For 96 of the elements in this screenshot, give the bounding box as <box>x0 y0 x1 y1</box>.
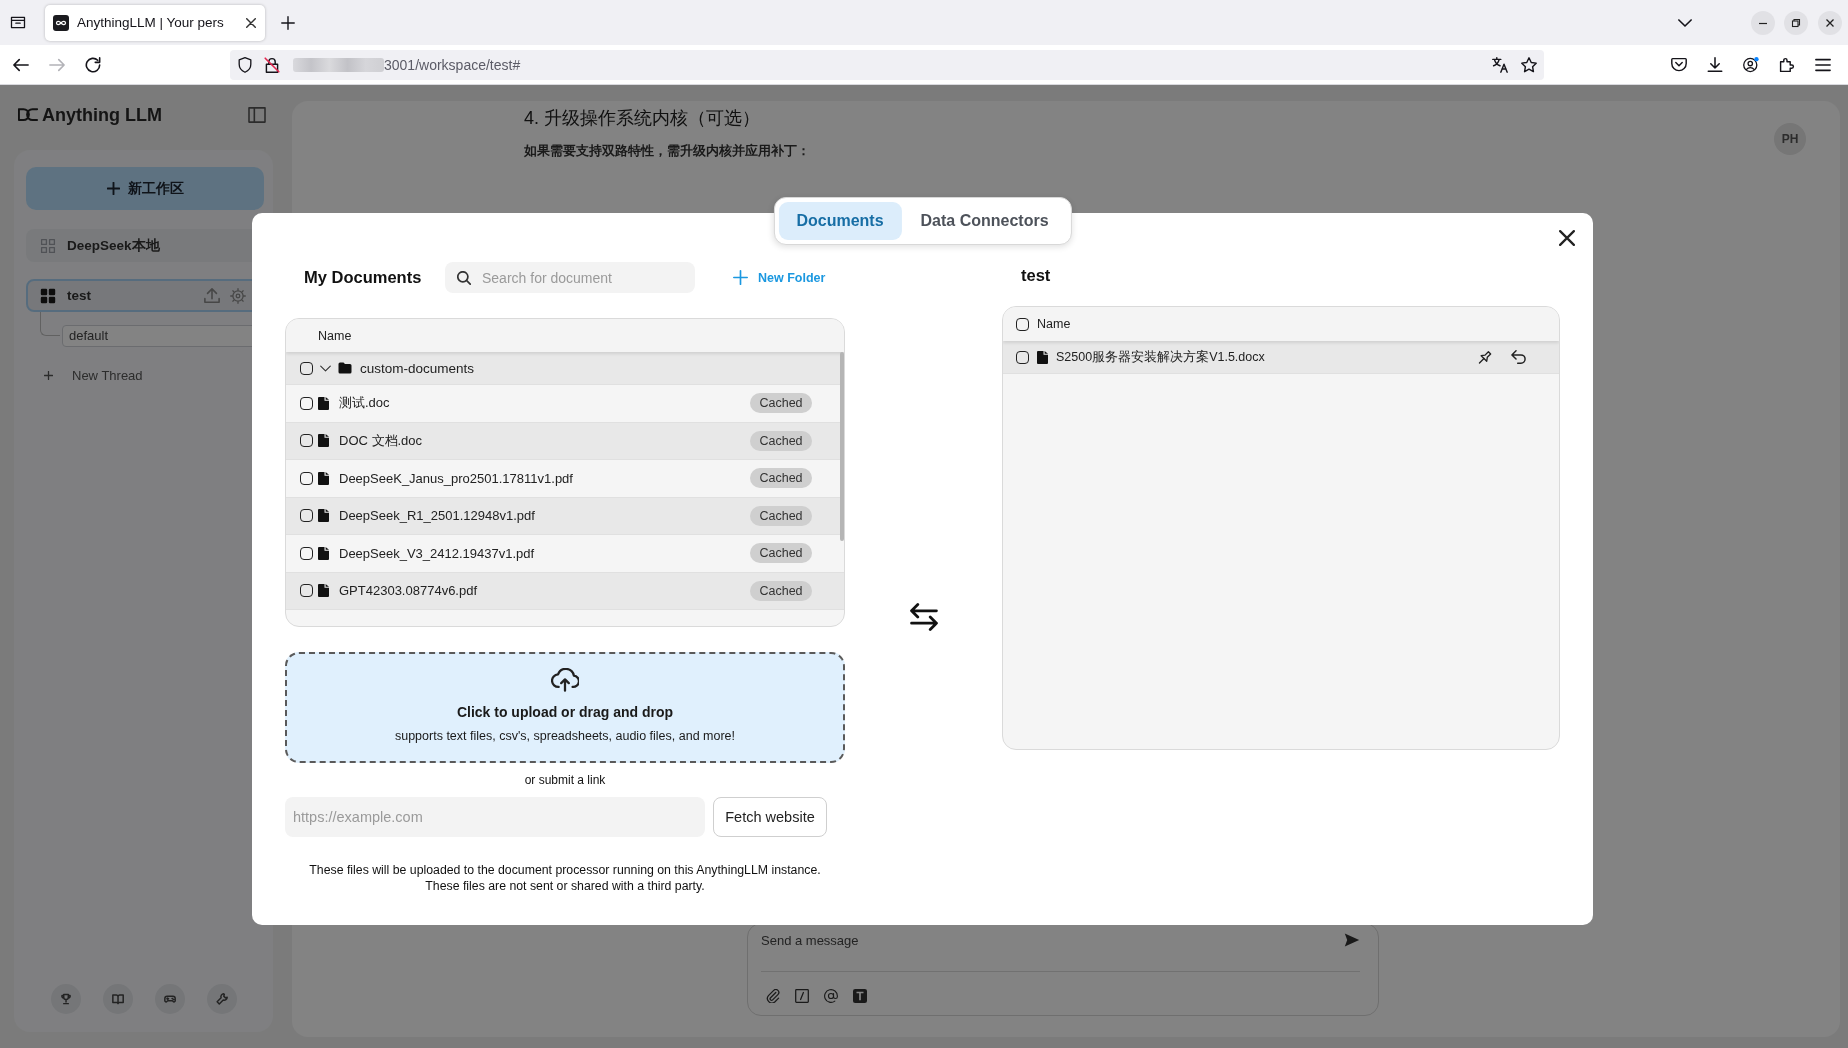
file-name: S2500服务器安装解决方案V1.5.docx <box>1056 348 1265 366</box>
insecure-lock-icon[interactable] <box>264 56 280 73</box>
section-title: My Documents <box>303 268 423 287</box>
file-name: 测试.doc <box>339 394 390 413</box>
checkbox[interactable] <box>300 396 313 410</box>
thread-connector <box>40 312 60 336</box>
tab[interactable]: Documents <box>778 202 902 240</box>
undo-icon[interactable] <box>1511 350 1526 364</box>
file-name: DeepSeek_R1_2501.12948v1.pdf <box>339 508 535 524</box>
text-format-icon[interactable] <box>853 989 867 1003</box>
restore-icon[interactable] <box>1784 10 1808 35</box>
tab-list-icon[interactable] <box>10 16 26 29</box>
upload-dropzone[interactable]: Click to upload or drag and drop supports text files, csv's, spreadsheets, audio files, and more! <box>285 652 845 763</box>
cloud-upload-icon <box>551 668 579 692</box>
chevron-down-icon[interactable] <box>1678 18 1692 27</box>
file-icon <box>318 584 329 598</box>
close-icon[interactable] <box>1559 230 1575 246</box>
grid-icon <box>40 287 56 304</box>
star-icon[interactable] <box>1521 56 1537 73</box>
folder-name: custom-documents <box>360 360 475 376</box>
checkbox[interactable] <box>300 546 313 560</box>
status-badge: Cached <box>750 430 812 451</box>
at-sign-icon[interactable] <box>824 989 838 1003</box>
pocket-icon[interactable] <box>1671 56 1687 73</box>
file-row[interactable]: GPT42303.08774v6.pdf Cached <box>286 572 844 610</box>
browser-tab[interactable]: AnythingLLM | Your pers <box>45 4 265 41</box>
section-title: test <box>1020 265 1052 286</box>
privacy-notice: These files will be uploaded to the document processor running on this AnythingLLM instance. These files are not sent or shared with a third party. <box>308 862 822 894</box>
checkbox[interactable] <box>1016 317 1029 331</box>
back-icon[interactable] <box>13 56 29 73</box>
chat-heading: 4. 升级操作系统内核（可选） <box>524 107 761 130</box>
app-logo-icon <box>53 14 69 31</box>
account-icon[interactable] <box>1743 56 1759 73</box>
logo-text: Anything LLM <box>42 104 162 126</box>
translate-icon[interactable] <box>1492 56 1508 73</box>
fetch-website-button[interactable]: Fetch website <box>713 797 827 837</box>
book-icon[interactable] <box>103 984 133 1014</box>
grid-icon <box>40 237 56 254</box>
download-icon[interactable] <box>1707 56 1723 73</box>
chat-text: 如果需要支持双路特性，需升级内核并应用补丁： <box>524 142 811 160</box>
paperclip-icon[interactable] <box>766 989 780 1003</box>
file-icon <box>1037 350 1048 364</box>
status-badge: Cached <box>750 468 812 489</box>
puzzle-icon[interactable] <box>1779 56 1795 73</box>
file-name: DeepSeeK_Janus_pro2501.17811v1.pdf <box>339 470 573 486</box>
plus-icon <box>733 270 748 285</box>
reload-icon[interactable] <box>85 56 101 73</box>
search-field[interactable]: Search for document <box>445 262 695 293</box>
message-input[interactable]: Send a message <box>761 931 1344 949</box>
send-icon[interactable] <box>1344 932 1360 948</box>
status-badge: Cached <box>750 580 812 601</box>
swap-arrows-icon[interactable] <box>907 603 940 631</box>
status-badge: Cached <box>750 393 812 414</box>
sidebar-toggle-icon[interactable] <box>248 107 266 123</box>
chevron-icon[interactable] <box>320 364 331 372</box>
gamepad-icon[interactable] <box>155 984 185 1014</box>
upload-hint: supports text files, csv's, spreadsheets, audio files, and more! <box>394 729 736 743</box>
status-badge: Cached <box>750 505 812 526</box>
new-tab-icon[interactable] <box>281 15 295 30</box>
slash-command-icon[interactable] <box>795 989 809 1003</box>
checkbox[interactable] <box>300 471 313 485</box>
file-name: DeepSeek_V3_2412.19437v1.pdf <box>339 545 535 561</box>
status-badge: Cached <box>750 543 812 564</box>
folder-icon <box>338 362 352 374</box>
trophy-icon[interactable] <box>51 984 81 1014</box>
tab[interactable]: Data Connectors <box>902 202 1067 240</box>
file-name: GPT42303.08774v6.pdf <box>339 583 478 599</box>
address-field[interactable]: 3001/workspace/test# <box>230 49 1544 80</box>
file-icon <box>318 471 329 485</box>
file-icon <box>318 546 329 560</box>
menu-icon[interactable] <box>1815 56 1831 73</box>
file-name: DOC 文档.doc <box>339 431 423 450</box>
link-label: or submit a link <box>523 772 607 788</box>
checkbox[interactable] <box>1016 350 1029 364</box>
url-input[interactable]: https://example.com <box>285 797 705 837</box>
search-icon <box>457 270 471 285</box>
plus-icon <box>106 182 120 195</box>
checkbox[interactable] <box>300 434 313 448</box>
file-icon <box>318 396 329 410</box>
file-icon <box>318 434 329 448</box>
file-icon <box>318 509 329 523</box>
new-workspace-button[interactable]: 新工作区 <box>26 167 264 210</box>
pin-icon[interactable] <box>1477 349 1492 365</box>
upload-title: Click to upload or drag and drop <box>456 704 674 720</box>
scrollbar-thumb[interactable] <box>840 352 844 541</box>
checkbox[interactable] <box>300 361 313 375</box>
column-header: Name <box>318 328 352 343</box>
wrench-icon[interactable] <box>207 984 237 1014</box>
file-row[interactable]: S2500服务器安装解决方案V1.5.docx <box>1003 341 1559 374</box>
logo-icon <box>18 107 38 123</box>
checkbox[interactable] <box>300 509 313 523</box>
plus-icon <box>44 370 53 380</box>
shield-icon[interactable] <box>237 56 253 73</box>
column-header: Name <box>1037 317 1071 331</box>
close-icon[interactable] <box>246 17 256 28</box>
checkbox[interactable] <box>300 584 313 598</box>
